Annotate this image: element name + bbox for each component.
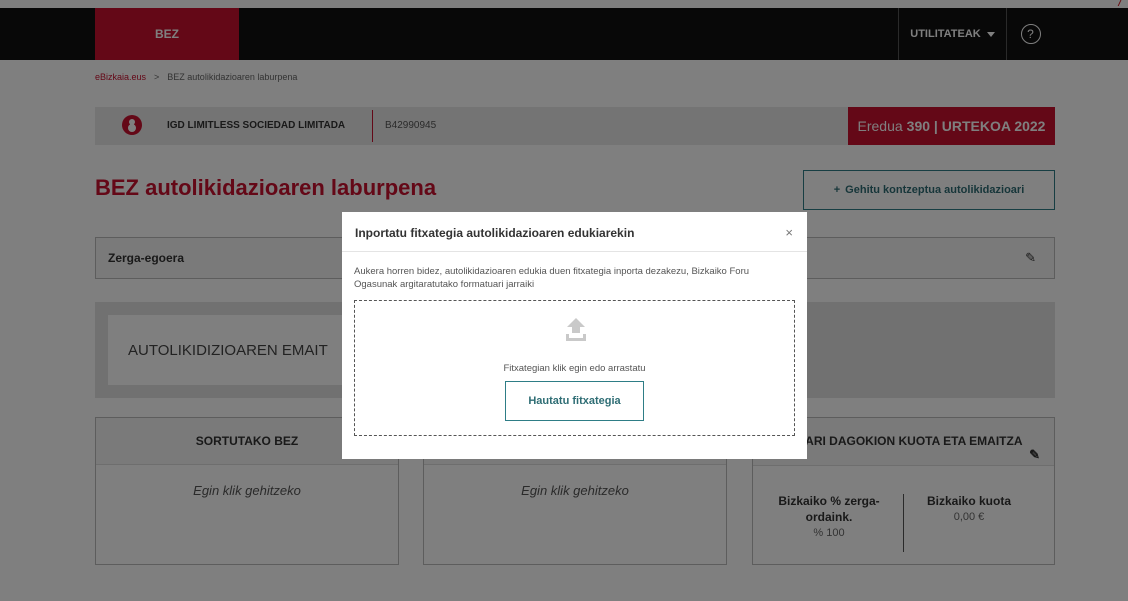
dropzone-text: Fitxategian klik egin edo arrastatu — [503, 363, 646, 374]
upload-icon — [566, 318, 586, 341]
select-file-button[interactable]: Hautatu fitxategia — [505, 381, 644, 421]
modal-description: Aukera horren bidez, autolikidazioaren e… — [354, 266, 750, 290]
file-dropzone[interactable]: Fitxategian klik egin edo arrastatu Haut… — [354, 300, 795, 436]
modal-header: Inportatu fitxategia autolikidazioaren e… — [342, 212, 807, 252]
modal-title: Inportatu fitxategia autolikidazioaren e… — [355, 226, 635, 240]
import-file-modal: Inportatu fitxategia autolikidazioaren e… — [342, 212, 807, 459]
close-icon[interactable]: × — [785, 225, 793, 240]
